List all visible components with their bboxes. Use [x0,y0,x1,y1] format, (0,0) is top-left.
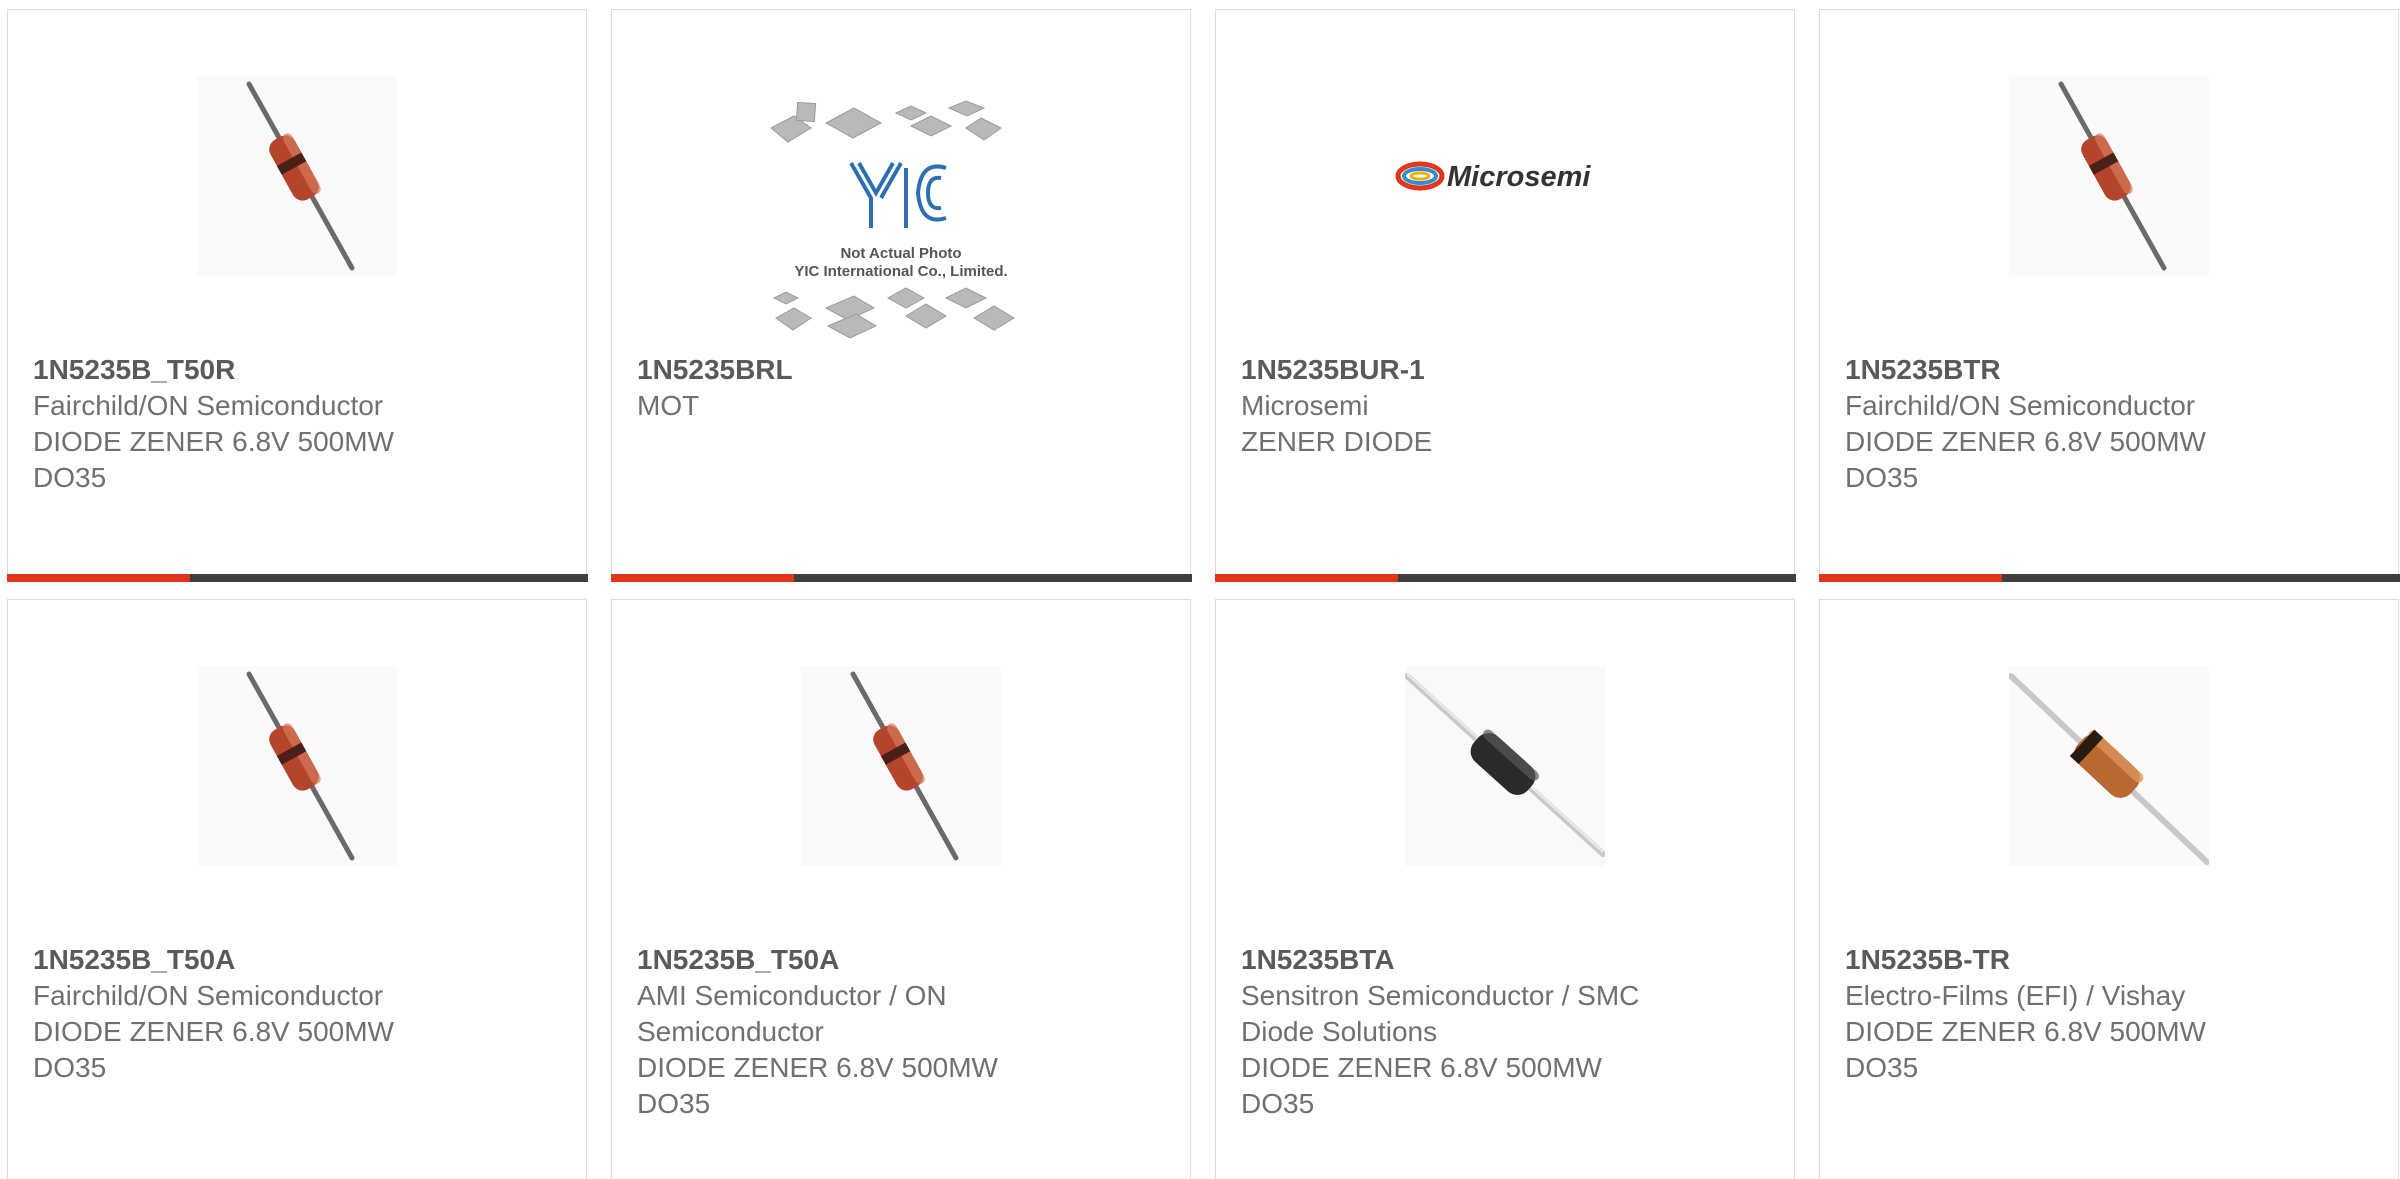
description: DIODE ZENER 6.8V 500MW [1845,1016,2206,1047]
product-card[interactable]: 1N5235B_T50A AMI Semiconductor / ON Semi… [611,599,1191,1179]
product-card[interactable]: Microsemi 1N5235BUR-1 Microsemi ZENER DI… [1214,9,1796,582]
description: DIODE ZENER 6.8V 500MW [1845,426,2206,457]
package: DO35 [637,1088,711,1119]
diode-orange-icon[interactable] [2009,666,2209,866]
part-number[interactable]: 1N5235B_T50A [637,942,1170,978]
product-info: 1N5235BUR-1 Microsemi ZENER DIODE [1241,352,1774,460]
diode-red-glass-icon[interactable] [801,666,1001,866]
product-info: 1N5235BTR Fairchild/ON Semiconductor DIO… [1845,352,2378,496]
part-number[interactable]: 1N5235B_T50A [33,942,566,978]
product-card[interactable]: 1N5235B_T50A Fairchild/ON Semiconductor … [7,599,587,1179]
manufacturer-continued: Semiconductor [637,1016,824,1047]
description: DIODE ZENER 6.8V 500MW [637,1052,998,1083]
part-number[interactable]: 1N5235B_T50R [33,352,566,388]
product-info: 1N5235B_T50A AMI Semiconductor / ON Semi… [637,942,1170,1122]
description: ZENER DIODE [1241,426,1433,457]
product-card[interactable]: Not Actual Photo YIC International Co., … [610,9,1192,582]
diode-red-glass-icon[interactable] [2009,76,2209,276]
part-number[interactable]: 1N5235BTR [1845,352,2378,388]
manufacturer-continued: Diode Solutions [1241,1016,1438,1047]
manufacturer: Fairchild/ON Semiconductor [33,980,384,1011]
product-grid: 1N5235B_T50R Fairchild/ON Semiconductor … [0,0,2400,1179]
manufacturer: MOT [637,390,700,421]
manufacturer: Fairchild/ON Semiconductor [33,390,384,421]
part-number[interactable]: 1N5235BUR-1 [1241,352,1774,388]
manufacturer: Microsemi [1241,390,1369,421]
diode-red-glass-icon[interactable] [197,666,397,866]
product-card[interactable]: 1N5235B-TR Electro-Films (EFI) / Vishay … [1819,599,2399,1179]
package: DO35 [1845,462,1919,493]
manufacturer: Fairchild/ON Semiconductor [1845,390,2196,421]
microsemi-logo[interactable]: Microsemi [1395,76,1615,276]
card-bottom-bar [610,573,1192,582]
placeholder-caption-1: Not Actual Photo [840,245,961,262]
part-number[interactable]: 1N5235BRL [637,352,1170,388]
package: DO35 [1845,1052,1919,1083]
part-number[interactable]: 1N5235BTA [1241,942,1774,978]
card-bottom-bar [1818,573,2400,582]
product-info: 1N5235B-TR Electro-Films (EFI) / Vishay … [1845,942,2378,1086]
microsemi-logo-text: Microsemi [1447,161,1591,193]
card-bottom-bar [1214,573,1796,582]
part-number[interactable]: 1N5235B-TR [1845,942,2378,978]
product-card[interactable]: 1N5235B_T50R Fairchild/ON Semiconductor … [6,9,588,582]
product-info: 1N5235B_T50A Fairchild/ON Semiconductor … [33,942,566,1086]
product-info: 1N5235BTA Sensitron Semiconductor / SMC … [1241,942,1774,1122]
description: DIODE ZENER 6.8V 500MW [33,1016,394,1047]
manufacturer: AMI Semiconductor / ON [637,980,947,1011]
yic-placeholder-image[interactable]: Not Actual Photo YIC International Co., … [756,98,1046,348]
manufacturer: Electro-Films (EFI) / Vishay [1845,980,2186,1011]
diode-black-icon[interactable] [1405,666,1605,866]
product-card[interactable]: 1N5235BTR Fairchild/ON Semiconductor DIO… [1818,9,2400,582]
product-info: 1N5235B_T50R Fairchild/ON Semiconductor … [33,352,566,496]
description: DIODE ZENER 6.8V 500MW [1241,1052,1602,1083]
package: DO35 [1241,1088,1315,1119]
description: DIODE ZENER 6.8V 500MW [33,426,394,457]
product-info: 1N5235BRL MOT [637,352,1170,424]
diode-red-glass-icon[interactable] [197,76,397,276]
card-bottom-bar [6,573,588,582]
package: DO35 [33,1052,107,1083]
product-card[interactable]: 1N5235BTA Sensitron Semiconductor / SMC … [1215,599,1795,1179]
manufacturer: Sensitron Semiconductor / SMC [1241,980,1640,1011]
placeholder-caption-2: YIC International Co., Limited. [794,263,1007,280]
package: DO35 [33,462,107,493]
